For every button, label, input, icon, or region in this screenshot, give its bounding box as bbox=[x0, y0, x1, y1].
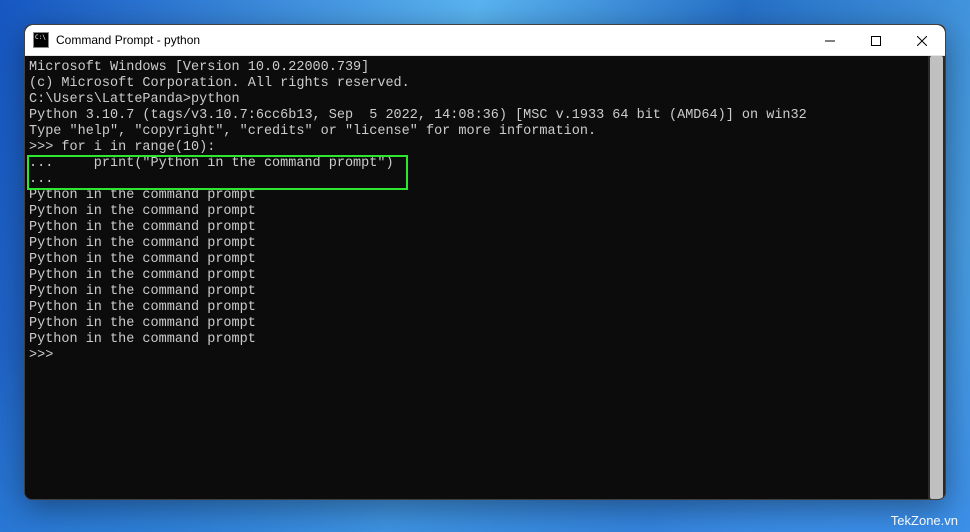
window-controls bbox=[807, 25, 945, 55]
terminal-line: Python in the command prompt bbox=[29, 316, 927, 332]
terminal-line: C:\Users\LattePanda>python bbox=[29, 92, 927, 108]
terminal-line: Python in the command prompt bbox=[29, 252, 927, 268]
maximize-icon bbox=[871, 36, 881, 46]
terminal-line: Python in the command prompt bbox=[29, 188, 927, 204]
terminal-line: Type "help", "copyright", "credits" or "… bbox=[29, 124, 927, 140]
terminal-line: Python in the command prompt bbox=[29, 284, 927, 300]
titlebar[interactable]: Command Prompt - python bbox=[25, 25, 945, 56]
close-button[interactable] bbox=[899, 25, 945, 56]
terminal-line: Python in the command prompt bbox=[29, 332, 927, 348]
terminal-line: Python in the command prompt bbox=[29, 268, 927, 284]
close-icon bbox=[917, 36, 927, 46]
maximize-button[interactable] bbox=[853, 25, 899, 56]
minimize-icon bbox=[825, 36, 835, 46]
terminal-line: Microsoft Windows [Version 10.0.22000.73… bbox=[29, 60, 927, 76]
terminal-output: Microsoft Windows [Version 10.0.22000.73… bbox=[29, 60, 927, 499]
terminal-line: Python in the command prompt bbox=[29, 204, 927, 220]
scrollbar-thumb[interactable] bbox=[930, 56, 943, 499]
terminal-line: >>> for i in range(10): bbox=[29, 140, 927, 156]
terminal-line: >>> bbox=[29, 348, 927, 364]
terminal-line: ... bbox=[29, 172, 927, 188]
window-title: Command Prompt - python bbox=[56, 33, 200, 47]
terminal-line: Python in the command prompt bbox=[29, 220, 927, 236]
terminal-line: Python in the command prompt bbox=[29, 300, 927, 316]
terminal-line: ... print("Python in the command prompt"… bbox=[29, 156, 927, 172]
terminal-line: Python 3.10.7 (tags/v3.10.7:6cc6b13, Sep… bbox=[29, 108, 927, 124]
cmd-icon bbox=[33, 32, 49, 48]
terminal-line: (c) Microsoft Corporation. All rights re… bbox=[29, 76, 927, 92]
command-prompt-window: Command Prompt - python Microsoft Window… bbox=[24, 24, 946, 500]
watermark-text: TekZone.vn bbox=[891, 513, 958, 528]
title-left: Command Prompt - python bbox=[25, 32, 200, 48]
scrollbar-track[interactable] bbox=[928, 56, 945, 499]
terminal-line: Python in the command prompt bbox=[29, 236, 927, 252]
terminal-area[interactable]: Microsoft Windows [Version 10.0.22000.73… bbox=[25, 56, 945, 499]
minimize-button[interactable] bbox=[807, 25, 853, 56]
